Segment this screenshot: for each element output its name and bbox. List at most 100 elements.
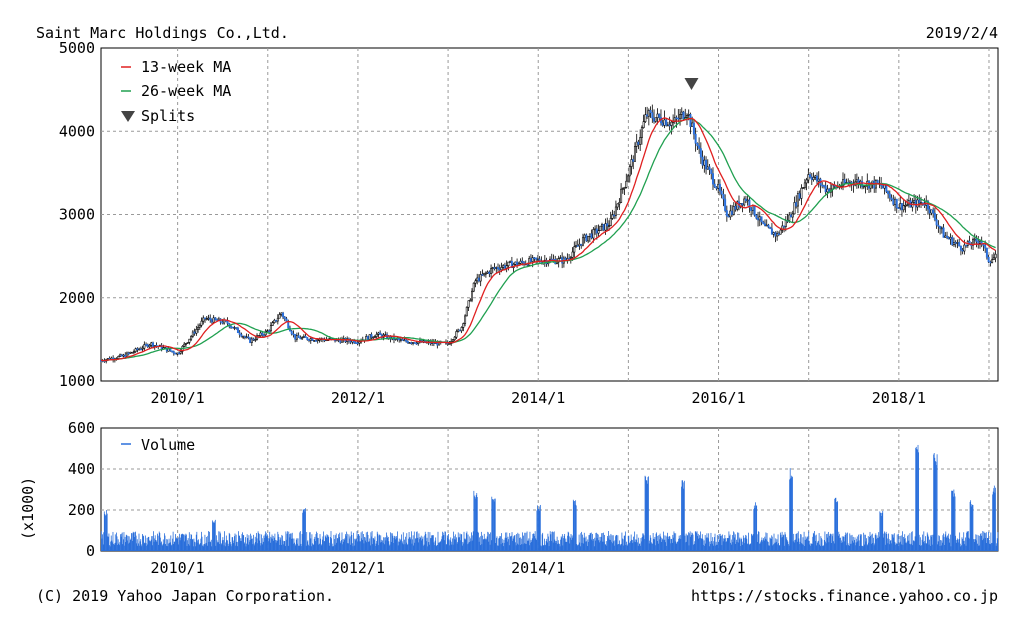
candle-body — [812, 177, 815, 180]
candle-body — [451, 339, 454, 342]
legend-split-icon — [121, 111, 135, 122]
volume-panel: 0 200 400 600 2010/1 2012/1 2014/1 2016/1 2018/… — [19, 419, 999, 577]
candle-body — [245, 336, 248, 339]
candle-body — [952, 242, 955, 246]
candle-body — [639, 137, 642, 145]
candle-body — [314, 340, 317, 342]
stock-chart: Saint Marc Holdings Co.,Ltd. 2019/2/4 10… — [19, 24, 999, 605]
candle-body — [897, 207, 900, 210]
candle-body — [169, 348, 172, 352]
candle-body — [871, 180, 874, 184]
candle-body — [699, 148, 702, 158]
candle-body — [238, 332, 241, 335]
price-x-tick-label: 2012/1 — [331, 389, 385, 407]
candle-body — [991, 259, 994, 264]
candle-body — [647, 110, 650, 117]
candle-body — [483, 272, 486, 276]
candle-body — [190, 336, 193, 340]
candle-body — [205, 318, 208, 320]
candle-body — [807, 174, 810, 181]
volume-y-axis: 0 200 400 600 — [68, 419, 95, 560]
candle-body — [479, 274, 482, 282]
candle-body — [933, 212, 936, 220]
candle-body — [486, 271, 489, 274]
candle-body — [720, 190, 723, 195]
candle-body — [573, 246, 576, 253]
candle-body — [637, 141, 640, 145]
candle-body — [918, 199, 921, 204]
candle-body — [469, 299, 472, 302]
candle-body — [887, 191, 890, 195]
candle-body — [595, 228, 598, 234]
candle-body — [126, 352, 128, 358]
candle-body — [266, 330, 269, 333]
volume-bar — [936, 454, 938, 551]
candle-body — [633, 146, 636, 162]
candle-body — [784, 220, 787, 227]
candle-body — [571, 251, 574, 258]
candle-body — [890, 197, 893, 200]
candle-body — [306, 337, 309, 340]
candle-body — [900, 203, 903, 211]
candle-body — [309, 338, 312, 341]
candle-body — [366, 336, 369, 340]
candle-body — [292, 333, 295, 336]
candle-body — [779, 229, 782, 235]
candle-body — [209, 317, 212, 321]
split-markers — [684, 78, 699, 90]
candle-body — [119, 354, 122, 357]
candle-body — [876, 180, 879, 184]
candle-body — [148, 344, 151, 348]
price-x-tick-label: 2016/1 — [691, 389, 745, 407]
price-y-tick-label: 3000 — [59, 206, 95, 224]
candle-body — [987, 256, 990, 263]
candle-body — [949, 237, 952, 240]
candle-body — [646, 114, 649, 117]
candle-body — [734, 206, 737, 210]
candle-body — [212, 317, 215, 323]
candle-body — [601, 224, 604, 227]
candle-body — [758, 216, 761, 221]
candle-body — [398, 338, 401, 341]
candle-body — [488, 271, 491, 274]
candle-body — [503, 265, 506, 269]
candle-body — [587, 236, 590, 242]
price-x-axis: 2010/1 2012/1 2014/1 2016/1 2018/1 — [151, 389, 926, 407]
candle-body — [403, 339, 406, 342]
volume-bar — [648, 476, 649, 551]
candle-body — [278, 314, 281, 319]
candle-body — [762, 221, 765, 225]
price-y-tick-label: 1000 — [59, 372, 95, 390]
candle-body — [495, 267, 498, 269]
candle-body — [223, 319, 226, 324]
candle-body — [616, 203, 619, 208]
candle-body — [195, 329, 198, 334]
candle-body — [313, 340, 316, 342]
volume-unit-label: (x1000) — [19, 477, 37, 540]
candle-body — [129, 351, 132, 354]
candle-body — [184, 343, 187, 345]
candle-body — [939, 226, 942, 229]
candle-body — [698, 145, 701, 149]
candle-body — [467, 300, 470, 308]
candle-body — [894, 198, 897, 205]
candle-body — [462, 323, 465, 328]
candle-body — [575, 245, 578, 247]
candle-body — [408, 342, 411, 344]
candle-body — [803, 182, 806, 188]
candle-body — [928, 208, 931, 214]
candle-body — [405, 339, 408, 342]
candle-body — [497, 267, 500, 270]
candles — [100, 104, 997, 364]
candle-body — [654, 117, 657, 122]
candle-body — [883, 184, 886, 189]
candle-body — [942, 227, 945, 238]
candle-body — [978, 240, 981, 244]
candle-body — [349, 340, 352, 343]
candle-body — [800, 187, 803, 199]
candle-body — [602, 224, 605, 231]
candle-body — [186, 342, 189, 344]
volume-y-tick-label: 0 — [86, 542, 95, 560]
candle-body — [831, 184, 834, 190]
candle-body — [625, 180, 628, 188]
